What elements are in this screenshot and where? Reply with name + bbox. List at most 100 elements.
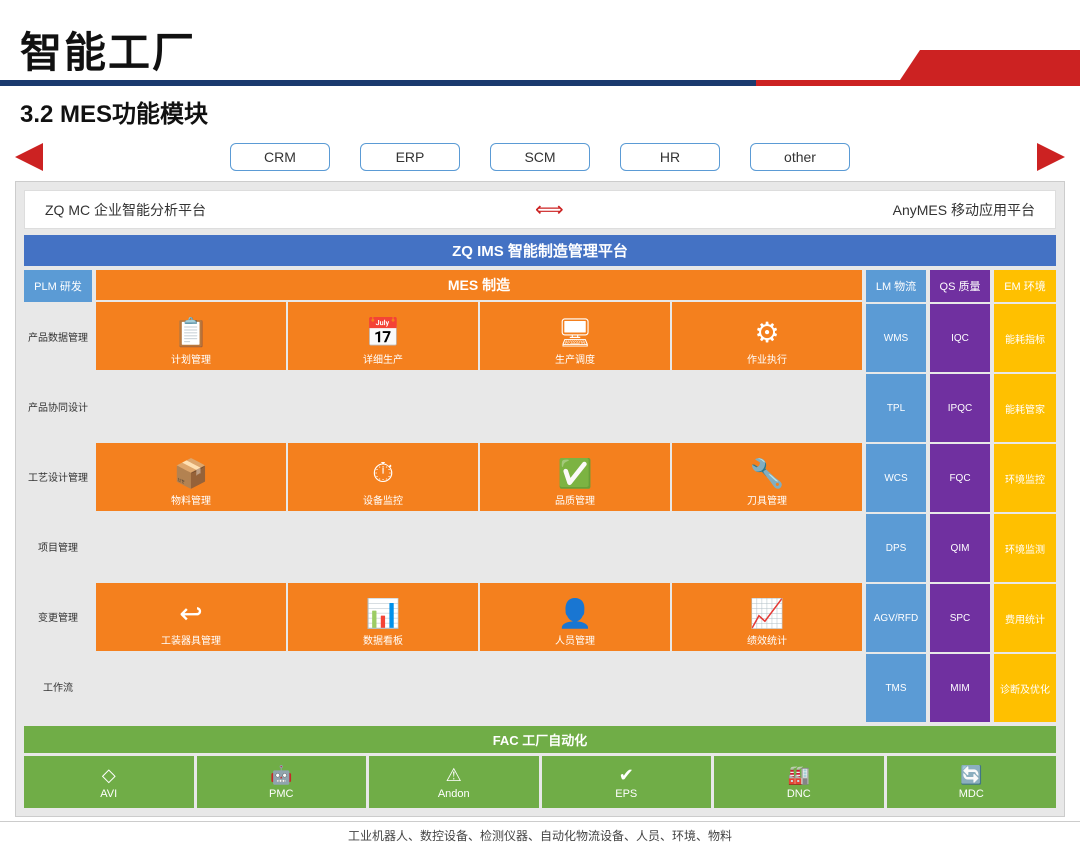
mes-label-2: 生产调度 xyxy=(555,351,595,366)
content-grid: PLM 研发 产品数据管理 产品协同设计 工艺设计管理 项目管理 变更管理 工作… xyxy=(24,270,1056,722)
em-item-0: 能耗指标 xyxy=(994,304,1056,372)
lm-item-3: DPS xyxy=(866,514,926,582)
avi-item-1: 🤖 PMC xyxy=(197,756,367,808)
avi-label-1: PMC xyxy=(269,788,293,800)
qs-header: QS 质量 xyxy=(930,270,990,302)
mes-label-6: 品质管理 xyxy=(555,492,595,507)
mes-label-11: 绩效统计 xyxy=(747,632,787,647)
mes-icon-10: 👤 xyxy=(558,597,593,630)
mes-cell-1: 📅 详细生产 xyxy=(288,302,478,370)
lm-item-5: TMS xyxy=(866,654,926,722)
mes-label-8: 工装器具管理 xyxy=(161,632,221,647)
platform-right: AnyMES 移动应用平台 xyxy=(893,200,1035,220)
platform-row: ZQ MC 企业智能分析平台 ⟺ AnyMES 移动应用平台 xyxy=(24,190,1056,229)
mes-icon-0: 📋 xyxy=(174,316,209,349)
mes-icon-2: 🖥 xyxy=(557,316,593,349)
avi-icon-2: ⚠ xyxy=(446,765,462,786)
mes-cell-4: 📦 物料管理 xyxy=(96,443,286,511)
em-header: EM 环境 xyxy=(994,270,1056,302)
mes-icon-11: 📈 xyxy=(750,597,785,630)
avi-label-3: EPS xyxy=(615,788,637,800)
lm-item-0: WMS xyxy=(866,304,926,372)
mes-icon-7: 🔧 xyxy=(750,457,785,490)
qs-item-0: IQC xyxy=(930,304,990,372)
avi-icon-5: 🔄 xyxy=(960,765,982,786)
avi-label-5: MDC xyxy=(959,788,984,800)
plm-item-2: 产品协同设计 xyxy=(24,374,92,442)
qs-item-5: MIM xyxy=(930,654,990,722)
lm-item-2: WCS xyxy=(866,444,926,512)
top-systems-bar: CRM ERP SCM HR other xyxy=(0,137,1080,177)
mes-cell-0: 📋 计划管理 xyxy=(96,302,286,370)
em-item-2: 环境监控 xyxy=(994,444,1056,512)
header: 智能工厂 xyxy=(0,0,1080,80)
mes-icon-8: ↩ xyxy=(179,597,202,630)
qs-column: QS 质量 IQC IPQC FQC QIM SPC MIM xyxy=(930,270,990,722)
mes-icon-1: 📅 xyxy=(366,316,401,349)
lm-item-1: TPL xyxy=(866,374,926,442)
qs-item-4: SPC xyxy=(930,584,990,652)
mes-label-5: 设备监控 xyxy=(363,492,403,507)
mes-cell-8: ↩ 工装器具管理 xyxy=(96,583,286,651)
mes-cell-9: 📊 数据看板 xyxy=(288,583,478,651)
lm-item-4: AGV/RFD xyxy=(866,584,926,652)
mes-cell-5: ⏱ 设备监控 xyxy=(288,443,478,511)
platform-arrow-icon: ⟺ xyxy=(535,197,564,222)
sys-hr[interactable]: HR xyxy=(620,143,720,171)
mes-grid: 📋 计划管理 📅 详细生产 🖥 生产调度 ⚙ 作业执行 📦 物料管理 xyxy=(96,302,862,722)
mes-icon-5: ⏱ xyxy=(372,457,394,490)
mes-column: MES 制造 📋 计划管理 📅 详细生产 🖥 生产调度 ⚙ 作业执行 xyxy=(96,270,862,722)
mes-diagram: ZQ MC 企业智能分析平台 ⟺ AnyMES 移动应用平台 ZQ IMS 智能… xyxy=(15,181,1065,817)
avi-icon-3: ✔ xyxy=(619,765,634,786)
mes-icon-9: 📊 xyxy=(366,597,401,630)
avi-item-4: 🏭 DNC xyxy=(714,756,884,808)
mes-label-9: 数据看板 xyxy=(363,632,403,647)
avi-label-0: AVI xyxy=(100,788,117,800)
mes-cell-3: ⚙ 作业执行 xyxy=(672,302,862,370)
mes-label-4: 物料管理 xyxy=(171,492,211,507)
avi-label-2: Andon xyxy=(438,788,470,800)
sys-crm[interactable]: CRM xyxy=(230,143,330,171)
bottom-note: 工业机器人、数控设备、检测仪器、自动化物流设备、人员、环境、物料 xyxy=(0,821,1080,849)
arrow-right-icon xyxy=(1037,143,1065,171)
avi-item-3: ✔ EPS xyxy=(542,756,712,808)
em-item-5: 诊断及优化 xyxy=(994,654,1056,722)
em-item-4: 费用统计 xyxy=(994,584,1056,652)
mes-icon-3: ⚙ xyxy=(754,316,779,349)
em-column: EM 环境 能耗指标 能耗管家 环境监控 环境监测 费用统计 诊断及优化 xyxy=(994,270,1056,722)
plm-item-3: 工艺设计管理 xyxy=(24,444,92,512)
sys-other[interactable]: other xyxy=(750,143,850,171)
mes-label-3: 作业执行 xyxy=(747,351,787,366)
page-title: 智能工厂 xyxy=(20,19,196,80)
mes-label-1: 详细生产 xyxy=(363,351,403,366)
qs-item-2: FQC xyxy=(930,444,990,512)
mes-cell-2: 🖥 生产调度 xyxy=(480,302,670,370)
arrow-left-icon xyxy=(15,143,43,171)
plm-item-4: 项目管理 xyxy=(24,514,92,582)
avi-label-4: DNC xyxy=(787,788,811,800)
qs-item-1: IPQC xyxy=(930,374,990,442)
avi-item-5: 🔄 MDC xyxy=(887,756,1057,808)
mes-icon-6: ✅ xyxy=(558,457,593,490)
lm-header: LM 物流 xyxy=(866,270,926,302)
mes-cell-11: 📈 绩效统计 xyxy=(672,583,862,651)
fac-row: FAC 工厂自动化 xyxy=(24,726,1056,753)
sys-erp[interactable]: ERP xyxy=(360,143,460,171)
plm-item-6: 工作流 xyxy=(24,654,92,722)
avi-item-0: ◇ AVI xyxy=(24,756,194,808)
platform-left: ZQ MC 企业智能分析平台 xyxy=(45,200,206,220)
mes-label-10: 人员管理 xyxy=(555,632,595,647)
avi-row: ◇ AVI 🤖 PMC ⚠ Andon ✔ EPS 🏭 DNC 🔄 MDC xyxy=(24,756,1056,808)
mes-label-7: 刀具管理 xyxy=(747,492,787,507)
lm-column: LM 物流 WMS TPL WCS DPS AGV/RFD TMS xyxy=(866,270,926,722)
avi-icon-0: ◇ xyxy=(102,765,116,786)
qs-item-3: QIM xyxy=(930,514,990,582)
em-item-1: 能耗管家 xyxy=(994,374,1056,442)
em-item-3: 环境监测 xyxy=(994,514,1056,582)
mes-icon-4: 📦 xyxy=(174,457,209,490)
mes-cell-7: 🔧 刀具管理 xyxy=(672,443,862,511)
sys-scm[interactable]: SCM xyxy=(490,143,590,171)
avi-icon-4: 🏭 xyxy=(788,765,810,786)
plm-item-5: 变更管理 xyxy=(24,584,92,652)
mes-cell-6: ✅ 品质管理 xyxy=(480,443,670,511)
